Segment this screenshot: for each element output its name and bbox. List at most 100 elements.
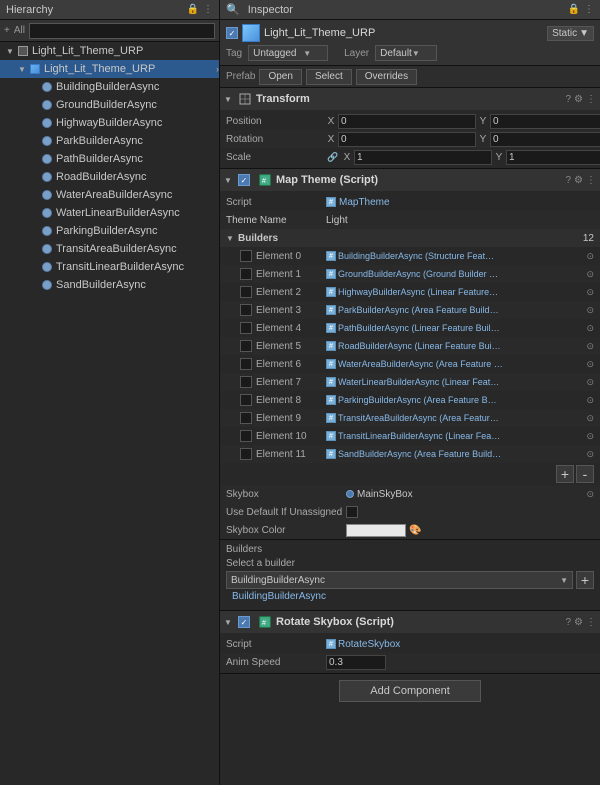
inspector-icon: 🔍 — [226, 3, 240, 16]
tree-item-transitlinear[interactable]: TransitLinearBuilderAsync — [0, 258, 219, 276]
builders-select-label: Builders — [226, 544, 594, 555]
element-checkbox-8[interactable] — [240, 394, 252, 406]
tree-item-building[interactable]: BuildingBuilderAsync — [0, 78, 219, 96]
element-circle-7[interactable]: ⊙ — [586, 377, 594, 388]
transform-help-icon[interactable]: ? — [565, 94, 571, 105]
scale-x-input[interactable] — [354, 150, 492, 165]
element-val-8: # ParkingBuilderAsync (Area Feature B… — [326, 395, 584, 405]
tag-dropdown[interactable]: Untagged ▼ — [248, 45, 328, 61]
element-checkbox-6[interactable] — [240, 358, 252, 370]
tree-item-transit[interactable]: TransitAreaBuilderAsync — [0, 240, 219, 258]
element-checkbox-1[interactable] — [240, 268, 252, 280]
element-circle-1[interactable]: ⊙ — [586, 269, 594, 280]
element-circle-4[interactable]: ⊙ — [586, 323, 594, 334]
element-circle-0[interactable]: ⊙ — [586, 251, 594, 262]
obj-active-checkbox[interactable]: ✓ — [226, 27, 238, 39]
rotate-skybox-enabled-checkbox[interactable]: ✓ — [238, 616, 250, 628]
tree-item-root[interactable]: ▼ Light_Lit_Theme_URP — [0, 42, 219, 60]
select-button[interactable]: Select — [306, 69, 352, 85]
hierarchy-menu-icon[interactable]: ⋮ — [203, 4, 213, 15]
rot-y-input[interactable] — [490, 132, 600, 147]
element-circle-10[interactable]: ⊙ — [586, 431, 594, 442]
element-circle-8[interactable]: ⊙ — [586, 395, 594, 406]
building-link[interactable]: BuildingBuilderAsync — [226, 589, 594, 604]
tree-item-road[interactable]: RoadBuilderAsync — [0, 168, 219, 186]
map-theme-enabled-checkbox[interactable]: ✓ — [238, 174, 250, 186]
skybox-color-box[interactable] — [346, 524, 406, 537]
element-checkbox-4[interactable] — [240, 322, 252, 334]
skybox-radio[interactable] — [346, 490, 354, 498]
map-theme-header[interactable]: ▼ ✓ # Map Theme (Script) ? ⚙ ⋮ — [220, 169, 600, 191]
color-picker-icon[interactable]: 🎨 — [409, 525, 421, 536]
tree-item-waterlinear[interactable]: WaterLinearBuilderAsync — [0, 204, 219, 222]
add-component-button[interactable]: Add Component — [339, 680, 481, 702]
element-checkbox-9[interactable] — [240, 412, 252, 424]
element-circle-6[interactable]: ⊙ — [586, 359, 594, 370]
transform-settings-icon[interactable]: ⚙ — [574, 94, 583, 105]
prefab-toolbar: Prefab Open Select Overrides — [220, 66, 600, 88]
element-checkbox-10[interactable] — [240, 430, 252, 442]
rotate-skybox-fold-icon: ▼ — [224, 618, 234, 627]
element-circle-11[interactable]: ⊙ — [586, 449, 594, 460]
builders-remove-button[interactable]: - — [576, 465, 594, 483]
map-theme-help-icon[interactable]: ? — [565, 175, 571, 186]
skybox-value: MainSkyBox — [357, 489, 413, 500]
element-circle-5[interactable]: ⊙ — [586, 341, 594, 352]
rotate-menu-icon[interactable]: ⋮ — [586, 617, 596, 628]
rotate-skybox-header[interactable]: ▼ ✓ # Rotate Skybox (Script) ? ⚙ ⋮ — [220, 611, 600, 633]
tree-item-ground[interactable]: GroundBuilderAsync — [0, 96, 219, 114]
builder-dropdown[interactable]: BuildingBuilderAsync ▼ — [226, 571, 573, 589]
rotate-settings-icon[interactable]: ⚙ — [574, 617, 583, 628]
go-icon-transitlinear — [40, 260, 54, 274]
static-dropdown-icon[interactable]: ▼ — [579, 28, 589, 39]
pos-y-input[interactable] — [490, 114, 600, 129]
tree-item-park[interactable]: ParkBuilderAsync — [0, 132, 219, 150]
element-checkbox-2[interactable] — [240, 286, 252, 298]
transform-menu-icon[interactable]: ⋮ — [586, 94, 596, 105]
anim-speed-input[interactable] — [326, 655, 386, 670]
inspector-menu-icon[interactable]: ⋮ — [584, 4, 594, 15]
go-icon-building — [40, 80, 54, 94]
tree-item-parent[interactable]: ▼ Light_Lit_Theme_URP › — [0, 60, 219, 78]
inspector-lock-icon[interactable]: 🔒 — [568, 4, 580, 15]
builders-add-button[interactable]: + — [556, 465, 574, 483]
element-checkbox-11[interactable] — [240, 448, 252, 460]
hierarchy-plus-icon[interactable]: + — [4, 25, 10, 36]
rotate-help-icon[interactable]: ? — [565, 617, 571, 628]
tag-dropdown-arrow: ▼ — [303, 49, 311, 58]
element-circle-9[interactable]: ⊙ — [586, 413, 594, 424]
element-circle-3[interactable]: ⊙ — [586, 305, 594, 316]
use-default-checkbox[interactable] — [346, 506, 358, 518]
pos-x-input[interactable] — [338, 114, 476, 129]
scale-link-icon: 🔗 — [326, 152, 340, 163]
rot-x-input[interactable] — [338, 132, 476, 147]
scale-y-input[interactable] — [506, 150, 600, 165]
element-script-icon-3: # — [326, 305, 336, 315]
element-checkbox-3[interactable] — [240, 304, 252, 316]
tree-item-highway[interactable]: HighwayBuilderAsync — [0, 114, 219, 132]
hierarchy-lock-icon[interactable]: 🔒 — [187, 4, 199, 15]
skybox-color-row: Skybox Color 🎨 — [220, 521, 600, 539]
hierarchy-search-input[interactable] — [29, 23, 215, 39]
transform-header[interactable]: ▼ Transform ? ⚙ ⋮ — [220, 88, 600, 110]
map-theme-settings-icon[interactable]: ⚙ — [574, 175, 583, 186]
builders-count: 12 — [583, 233, 594, 244]
skybox-circle-icon[interactable]: ⊙ — [586, 489, 594, 500]
element-val-text-5: RoadBuilderAsync (Linear Feature Bui… — [338, 341, 501, 351]
element-checkbox-5[interactable] — [240, 340, 252, 352]
builder-add-button[interactable]: + — [576, 571, 594, 589]
hierarchy-all-icon[interactable]: All — [14, 25, 25, 36]
element-checkbox-7[interactable] — [240, 376, 252, 388]
tree-item-water[interactable]: WaterAreaBuilderAsync — [0, 186, 219, 204]
element-circle-2[interactable]: ⊙ — [586, 287, 594, 298]
tree-item-sand[interactable]: SandBuilderAsync — [0, 276, 219, 294]
element-checkbox-0[interactable] — [240, 250, 252, 262]
layer-dropdown[interactable]: Default ▼ — [375, 45, 437, 61]
map-theme-menu-icon[interactable]: ⋮ — [586, 175, 596, 186]
rotate-fields: Script # RotateSkybox Anim Speed — [220, 633, 600, 673]
tree-item-parking[interactable]: ParkingBuilderAsync — [0, 222, 219, 240]
builders-header[interactable]: ▼ Builders 12 — [220, 229, 600, 247]
tree-item-path[interactable]: PathBuilderAsync — [0, 150, 219, 168]
open-button[interactable]: Open — [259, 69, 301, 85]
overrides-button[interactable]: Overrides — [356, 69, 417, 85]
